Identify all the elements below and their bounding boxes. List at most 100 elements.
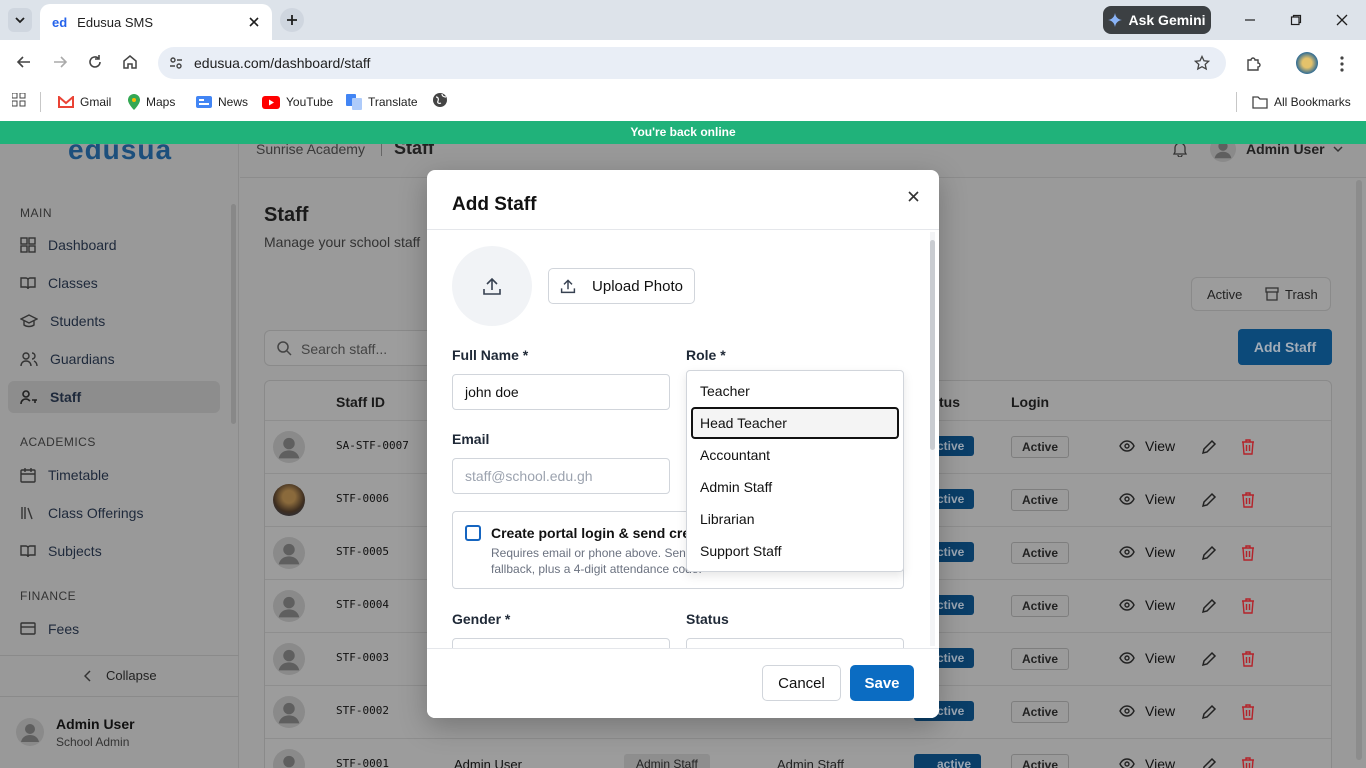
eye-icon <box>1119 493 1135 505</box>
close-tab-icon[interactable] <box>248 16 260 28</box>
delete-button[interactable] <box>1241 492 1255 508</box>
address-bar[interactable]: edusua.com/dashboard/staff <box>158 47 1226 79</box>
profile-avatar[interactable] <box>1296 52 1318 74</box>
save-button[interactable]: Save <box>850 665 914 701</box>
reload-button[interactable] <box>83 50 107 74</box>
view-button[interactable]: View <box>1119 650 1175 666</box>
back-button[interactable] <box>12 50 36 74</box>
trash-icon <box>1242 651 1254 667</box>
full-name-input[interactable]: john doe <box>452 374 670 410</box>
sidebar-item-class-offerings[interactable]: Class Offerings <box>8 497 220 529</box>
edit-button[interactable] <box>1201 492 1217 508</box>
edit-button[interactable] <box>1201 598 1217 614</box>
column-header-login[interactable]: Login <box>1011 394 1049 410</box>
all-bookmarks-button[interactable]: All Bookmarks <box>1252 92 1351 112</box>
delete-button[interactable] <box>1241 598 1255 614</box>
app-logo[interactable]: edusua <box>68 144 172 166</box>
sidebar-item-timetable[interactable]: Timetable <box>8 459 220 491</box>
portal-login-checkbox[interactable] <box>465 525 481 541</box>
view-button[interactable]: View <box>1119 597 1175 613</box>
modal-scrollbar-thumb[interactable] <box>930 240 935 450</box>
edit-button[interactable] <box>1201 651 1217 667</box>
view-label: View <box>1145 491 1176 507</box>
sidebar-scrollbar[interactable] <box>231 204 236 424</box>
restore-button[interactable] <box>1286 10 1306 30</box>
bell-icon[interactable] <box>1172 144 1188 157</box>
edit-button[interactable] <box>1201 757 1217 768</box>
staff-id: SA-STF-0007 <box>336 439 409 452</box>
column-header-status[interactable]: tus <box>939 394 960 410</box>
pencil-icon <box>1201 704 1217 720</box>
view-button[interactable]: View <box>1119 491 1175 507</box>
header-avatar[interactable] <box>1210 144 1236 162</box>
view-button[interactable]: View <box>1119 703 1175 719</box>
view-button[interactable]: View <box>1119 438 1175 454</box>
sidebar-item-dashboard[interactable]: Dashboard <box>8 229 220 261</box>
sidebar-item-fees[interactable]: Fees <box>8 613 220 645</box>
home-button[interactable] <box>118 50 142 74</box>
page-scrollbar[interactable] <box>1356 180 1362 760</box>
column-header-staff-id[interactable]: Staff ID <box>336 394 385 410</box>
collapse-button[interactable]: Collapse <box>84 668 157 683</box>
user-icon <box>1214 144 1232 159</box>
photo-placeholder[interactable] <box>452 246 532 326</box>
toggle-active[interactable]: Active <box>1207 287 1242 302</box>
footer-user-name: Admin User <box>56 716 135 732</box>
view-button[interactable]: View <box>1119 756 1175 768</box>
sidebar-divider <box>0 655 239 656</box>
role-option-admin-staff[interactable]: Admin Staff <box>691 471 899 503</box>
sidebar-item-subjects[interactable]: Subjects <box>8 535 220 567</box>
toggle-trash[interactable]: Trash <box>1285 287 1318 302</box>
sidebar-item-students[interactable]: Students <box>8 305 220 337</box>
delete-button[interactable] <box>1241 545 1255 561</box>
role-option-support-staff[interactable]: Support Staff <box>691 535 899 567</box>
ask-gemini-button[interactable]: Ask Gemini <box>1103 6 1211 34</box>
edit-button[interactable] <box>1201 545 1217 561</box>
delete-button[interactable] <box>1241 651 1255 667</box>
cancel-button[interactable]: Cancel <box>762 665 841 701</box>
browser-menu-button[interactable] <box>1330 52 1354 76</box>
edit-button[interactable] <box>1201 704 1217 720</box>
add-staff-button[interactable]: Add Staff <box>1238 329 1332 365</box>
bookmark-maps[interactable]: Maps <box>128 92 175 112</box>
sidebar-item-classes[interactable]: Classes <box>8 267 220 299</box>
forward-button[interactable] <box>48 50 72 74</box>
tab-search-button[interactable] <box>8 8 32 32</box>
collapse-label: Collapse <box>106 668 157 683</box>
globe-icon[interactable] <box>432 92 448 108</box>
email-input[interactable]: staff@school.edu.gh <box>452 458 670 494</box>
user-icon <box>278 702 300 724</box>
role-option-accountant[interactable]: Accountant <box>691 439 899 471</box>
modal-header-divider <box>427 229 939 230</box>
view-toggle: Active Trash <box>1191 277 1331 311</box>
new-tab-button[interactable] <box>280 8 304 32</box>
view-button[interactable]: View <box>1119 544 1175 560</box>
staff-search[interactable]: Search staff... <box>264 330 434 366</box>
user-icon <box>21 724 39 742</box>
role-option-librarian[interactable]: Librarian <box>691 503 899 535</box>
browser-tab[interactable]: ed Edusua SMS <box>40 4 272 40</box>
online-banner: You're back online <box>0 121 1366 144</box>
pencil-icon <box>1201 651 1217 667</box>
delete-button[interactable] <box>1241 439 1255 455</box>
bookmark-news[interactable]: News <box>196 92 248 112</box>
bookmark-youtube[interactable]: YouTube <box>262 92 333 112</box>
role-option-teacher[interactable]: Teacher <box>691 375 899 407</box>
upload-photo-button[interactable]: Upload Photo <box>548 268 695 304</box>
site-info-icon[interactable] <box>168 55 184 71</box>
delete-button[interactable] <box>1241 704 1255 720</box>
apps-grid-icon[interactable] <box>12 93 26 107</box>
delete-button[interactable] <box>1241 757 1255 768</box>
close-window-button[interactable] <box>1332 10 1352 30</box>
extensions-button[interactable] <box>1242 52 1266 76</box>
role-option-head-teacher[interactable]: Head Teacher <box>691 407 899 439</box>
modal-close-button[interactable] <box>903 186 923 206</box>
bookmark-star-icon[interactable] <box>1194 55 1210 71</box>
sidebar-item-staff[interactable]: Staff <box>8 381 220 413</box>
user-menu[interactable]: Admin User <box>1246 144 1343 157</box>
edit-button[interactable] <box>1201 439 1217 455</box>
bookmark-gmail[interactable]: Gmail <box>58 92 111 112</box>
sidebar-item-guardians[interactable]: Guardians <box>8 343 220 375</box>
minimize-button[interactable] <box>1240 10 1260 30</box>
bookmark-translate[interactable]: Translate <box>346 92 418 112</box>
